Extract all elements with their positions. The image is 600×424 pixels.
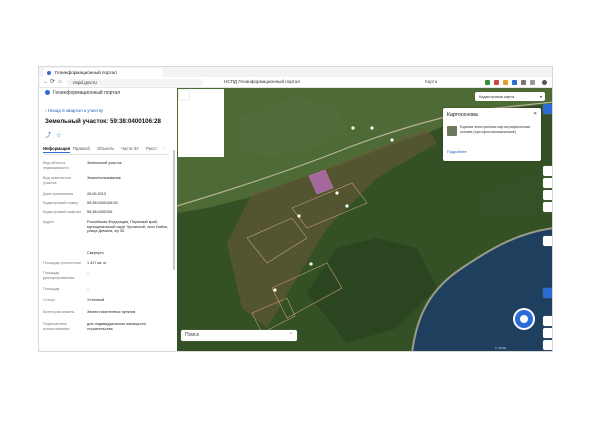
tab-distance[interactable]: Расст: [146, 146, 157, 151]
layer-select-text: Кадастровая карта: [479, 94, 515, 99]
profile-icon[interactable]: [542, 79, 547, 85]
field-key: Площадь декларированная: [43, 271, 75, 280]
basemap-thumbnail-icon[interactable]: [447, 126, 457, 136]
measure-button[interactable]: [543, 178, 552, 188]
portal-favicon-icon: [47, 70, 51, 75]
print-button[interactable]: [543, 190, 552, 200]
tab-parts[interactable]: Части ЗУ: [121, 146, 139, 151]
parcel-marker[interactable]: [370, 126, 374, 130]
home-icon[interactable]: ⌂: [58, 77, 62, 87]
tabs-more-icon[interactable]: ›: [164, 146, 165, 151]
search-clear-icon[interactable]: ⌃: [289, 330, 293, 341]
field-key: Адрес: [43, 220, 54, 224]
extension-icon[interactable]: [494, 79, 499, 85]
zoom-out-button[interactable]: [543, 340, 552, 350]
chat-icon: [520, 315, 528, 323]
back-link[interactable]: ‹ Назад в квартал к участку: [45, 108, 103, 113]
map-search[interactable]: Поиск ⌃: [181, 330, 297, 341]
field-key: Площадь уточненная: [43, 261, 81, 265]
field-key: Площадь: [43, 287, 60, 291]
share-button[interactable]: [543, 202, 552, 212]
show-more-link[interactable]: Свернуть: [87, 251, 169, 256]
parcel-marker[interactable]: [390, 138, 394, 142]
field-value: –: [87, 271, 90, 275]
layer-select[interactable]: Кадастровая карта ▾: [475, 92, 545, 101]
field-value: Учтенный: [87, 298, 105, 302]
field-value: для индивидуального жилищного строительс…: [87, 322, 147, 331]
locate-button[interactable]: [543, 288, 552, 298]
tab-objects[interactable]: Объекты: [97, 146, 114, 151]
compass-button[interactable]: [543, 316, 552, 326]
address-bar: ← ⟳ ⌂ nspd.gov.ru НСПД Геоинформационный…: [39, 77, 552, 88]
field-value: Землепользование: [87, 176, 121, 180]
parcel-marker[interactable]: [345, 204, 349, 208]
parcel-marker[interactable]: [335, 191, 339, 195]
url-field[interactable]: nspd.gov.ru: [67, 78, 203, 86]
field-value: –: [87, 287, 90, 291]
field-key: Кадастровый номер: [43, 201, 79, 205]
extension-icon[interactable]: [530, 79, 535, 85]
extension-icon[interactable]: [521, 79, 526, 85]
parcel-marker[interactable]: [273, 288, 277, 292]
share-icon[interactable]: ⤴: [45, 133, 51, 139]
field-key: Кадастровый квартал: [43, 210, 82, 214]
field-value: Земельный участок: [87, 161, 122, 165]
panel-header-text: Геоинформационный портал: [53, 90, 121, 96]
map-view[interactable]: Кадастровая карта ▾ Картоосновa ✕ Единая…: [177, 88, 552, 351]
basemap-card: Картоосновa ✕ Единая электронная картогр…: [443, 108, 541, 161]
field-key: Дата присвоения: [43, 192, 74, 196]
extension-icon[interactable]: [485, 79, 490, 85]
parcel-marker[interactable]: [309, 262, 313, 266]
star-icon[interactable]: ☆: [56, 133, 61, 139]
field-key: Вид объекта недвижимости: [43, 161, 69, 170]
close-icon[interactable]: ✕: [533, 111, 537, 117]
search-placeholder: Поиск: [185, 332, 199, 338]
info-panel: Геоинформационный портал ‹ Назад в кварт…: [39, 88, 178, 351]
field-key: Вид земельного участка: [43, 176, 72, 185]
panel-actions: ⤴ ☆: [45, 130, 61, 139]
portal-logo-icon: [45, 90, 50, 96]
layers-button[interactable]: [543, 104, 552, 114]
back-icon[interactable]: ←: [43, 77, 49, 87]
field-key: Категория земель: [43, 310, 75, 314]
browser-tab[interactable]: Геоинформационный портал: [43, 68, 163, 77]
field-value: Земли населенных пунктов: [87, 310, 136, 314]
card-title: Картоосновa: [447, 112, 478, 118]
card-description: Единая электронная картографическая осно…: [460, 125, 530, 134]
chat-button[interactable]: [515, 310, 533, 328]
info-tabs: Информация Правооб Объекты Части ЗУ Расс…: [43, 145, 169, 155]
back-link-text[interactable]: Назад в квартал к участку: [48, 108, 103, 113]
field-value: 59:38:0400106: [87, 210, 113, 214]
panel-header: Геоинформационный портал: [45, 90, 120, 96]
window-title: НСПД Геоинформационный портал: [224, 79, 301, 84]
tab-info[interactable]: Информация: [43, 146, 71, 153]
fullscreen-button[interactable]: [543, 236, 552, 246]
field-key: Статус: [43, 298, 56, 302]
parcel-marker[interactable]: [351, 126, 355, 130]
page-title: Земельный участок: 59:38:0400106:28: [45, 118, 161, 125]
chevron-down-icon: ▾: [539, 94, 542, 99]
extension-label[interactable]: Карта: [425, 77, 437, 87]
parcel-marker[interactable]: [297, 214, 301, 218]
panel-scrollbar[interactable]: [173, 150, 175, 270]
field-value: 59:38:0400106:28: [87, 201, 118, 205]
field-value: Российская Федерация, Пермский край, мун…: [87, 220, 168, 234]
map-copyright: © НСПД: [495, 346, 506, 350]
map-tool-button[interactable]: [543, 166, 552, 176]
tab-title: Геоинформационный портал: [55, 70, 117, 75]
reload-icon[interactable]: ⟳: [50, 77, 55, 87]
field-value: 26.06.2013: [87, 192, 107, 196]
field-value: 1 417 кв. м: [87, 261, 106, 265]
extension-icon[interactable]: [503, 79, 508, 85]
field-key: Разрешенное использование: [43, 322, 70, 331]
card-more-link[interactable]: Подробнее: [447, 150, 467, 154]
tab-rights[interactable]: Правооб: [73, 146, 90, 151]
zoom-in-button[interactable]: [543, 328, 552, 338]
collapse-panel-button[interactable]: [179, 90, 189, 100]
browser-window: Геоинформационный портал ← ⟳ ⌂ nspd.gov.…: [38, 66, 553, 352]
extension-icon[interactable]: [512, 79, 517, 85]
